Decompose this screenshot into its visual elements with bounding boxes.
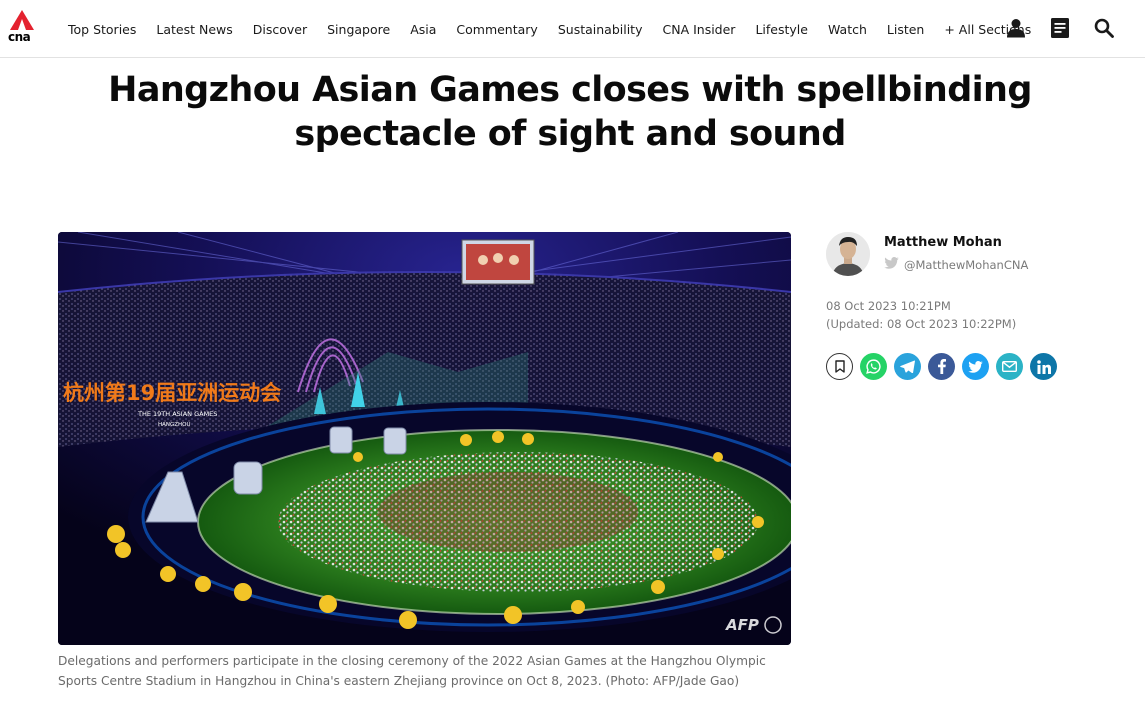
cna-logo-mark: [10, 10, 34, 30]
nav-commentary[interactable]: Commentary: [456, 22, 537, 37]
headline-line-1: Hangzhou Asian Games closes with spellbi…: [108, 70, 1032, 110]
twitter-icon: [968, 360, 983, 373]
nav-cna-insider[interactable]: CNA Insider: [662, 22, 735, 37]
afp-watermark: AFP: [725, 616, 759, 634]
nav-sustainability[interactable]: Sustainability: [558, 22, 643, 37]
whatsapp-icon: [866, 359, 881, 374]
telegram-share-button[interactable]: [894, 353, 921, 380]
nav-listen[interactable]: Listen: [887, 22, 924, 37]
article-headline: Hangzhou Asian Games closes with spellbi…: [60, 68, 1080, 156]
author-name[interactable]: Matthew Mohan: [884, 235, 1002, 250]
email-share-button[interactable]: [996, 353, 1023, 380]
nav-watch[interactable]: Watch: [828, 22, 867, 37]
linkedin-share-button[interactable]: [1030, 353, 1057, 380]
nav-discover[interactable]: Discover: [253, 22, 307, 37]
author-handle-text: @MatthewMohanCNA: [904, 257, 1029, 272]
nav-asia[interactable]: Asia: [410, 22, 436, 37]
nav-top-stories[interactable]: Top Stories: [68, 22, 136, 37]
sign-chinese: 杭州第19届亚洲运动会: [63, 381, 281, 405]
bookmark-button[interactable]: [826, 353, 853, 380]
nav-singapore[interactable]: Singapore: [327, 22, 390, 37]
nav-latest-news[interactable]: Latest News: [156, 22, 232, 37]
nav-links: Top Stories Latest News Discover Singapo…: [58, 0, 1041, 58]
sign-english-1: THE 19TH ASIAN GAMES: [137, 410, 217, 418]
author-avatar[interactable]: [826, 232, 870, 276]
cna-logo[interactable]: cna: [8, 10, 36, 44]
facebook-share-button[interactable]: [928, 353, 955, 380]
sign-english-2: HANGZHOU: [158, 422, 191, 428]
author-twitter-handle[interactable]: @MatthewMohanCNA: [884, 257, 1028, 272]
headline-line-2: spectacle of sight and sound: [294, 114, 846, 154]
image-caption: Delegations and performers participate i…: [58, 654, 766, 688]
linkedin-icon: [1036, 359, 1051, 374]
whatsapp-share-button[interactable]: [860, 353, 887, 380]
hero-image: 杭州第19届亚洲运动会 THE 19TH ASIAN GAMES HANGZHO…: [58, 232, 791, 645]
twitter-bird-icon: [884, 257, 899, 272]
twitter-share-button[interactable]: [962, 353, 989, 380]
share-buttons: [826, 353, 1057, 380]
email-icon: [1002, 361, 1017, 372]
user-icon[interactable]: [1003, 15, 1029, 41]
facebook-icon: [937, 359, 946, 374]
updated-date: (Updated: 08 Oct 2023 10:22PM): [826, 317, 1017, 331]
search-icon[interactable]: [1091, 15, 1117, 41]
bookmark-icon: [834, 360, 845, 373]
telegram-icon: [900, 360, 915, 373]
article-dates: 08 Oct 2023 10:21PM (Updated: 08 Oct 202…: [826, 297, 1016, 333]
nav-lifestyle[interactable]: Lifestyle: [755, 22, 808, 37]
cna-logo-text: cna: [8, 30, 31, 44]
published-date: 08 Oct 2023 10:21PM: [826, 299, 951, 313]
top-navigation: cna Top Stories Latest News Discover Sin…: [0, 0, 1145, 58]
nav-icons: [1003, 15, 1117, 41]
news-list-icon[interactable]: [1047, 15, 1073, 41]
